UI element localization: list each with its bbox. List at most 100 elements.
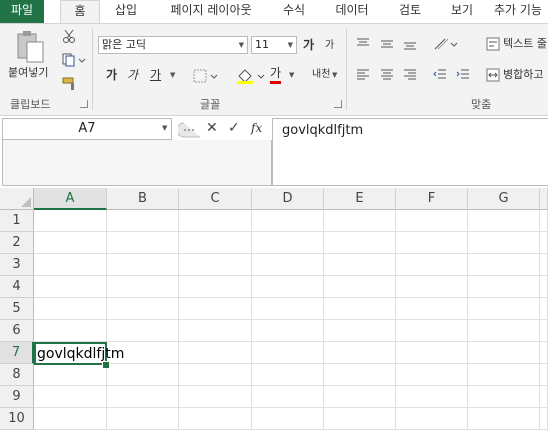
cell-c2[interactable]	[179, 232, 252, 254]
cell-b4[interactable]	[107, 276, 179, 298]
cell-h7[interactable]	[540, 342, 548, 364]
cell-g7[interactable]	[468, 342, 540, 364]
cell-c9[interactable]	[179, 386, 252, 408]
cell-d8[interactable]	[252, 364, 324, 386]
tab-page-layout[interactable]: 페이지 레이아웃	[158, 0, 264, 23]
font-size-select[interactable]: 11 ▼	[251, 36, 297, 54]
orientation-icon[interactable]	[433, 37, 459, 54]
italic-button[interactable]: 가	[127, 66, 138, 84]
cell-c7[interactable]	[179, 342, 252, 364]
cell-b6[interactable]	[107, 320, 179, 342]
formula-input[interactable]: govlqkdlfjtm	[272, 118, 548, 186]
insert-function-button[interactable]: fx	[251, 121, 262, 135]
align-center-icon[interactable]	[380, 69, 394, 84]
cell-g1[interactable]	[468, 210, 540, 232]
cell-f10[interactable]	[396, 408, 468, 430]
cell-g2[interactable]	[468, 232, 540, 254]
cell-e1[interactable]	[324, 210, 396, 232]
cell-f6[interactable]	[396, 320, 468, 342]
align-right-icon[interactable]	[403, 69, 417, 84]
cell-c4[interactable]	[179, 276, 252, 298]
cell-c5[interactable]	[179, 298, 252, 320]
column-header-b[interactable]: B	[107, 188, 179, 210]
chevron-down-icon[interactable]: ▼	[170, 66, 175, 84]
tab-view[interactable]: 보기	[442, 0, 482, 23]
cell-h5[interactable]	[540, 298, 548, 320]
fill-color-icon[interactable]	[236, 68, 266, 87]
row-header-2[interactable]: 2	[0, 232, 34, 254]
chevron-down-icon[interactable]: ▼	[289, 66, 294, 84]
align-middle-icon[interactable]	[380, 38, 394, 53]
column-header-a[interactable]: A	[34, 188, 107, 210]
column-header-d[interactable]: D	[252, 188, 324, 210]
cell-b5[interactable]	[107, 298, 179, 320]
cell-e9[interactable]	[324, 386, 396, 408]
grow-font-button[interactable]: 가	[303, 36, 314, 54]
cell-f5[interactable]	[396, 298, 468, 320]
phonetic-guide-button[interactable]: 내천	[312, 66, 330, 84]
cell-h3[interactable]	[540, 254, 548, 276]
cell-e3[interactable]	[324, 254, 396, 276]
cell-c6[interactable]	[179, 320, 252, 342]
cell-b10[interactable]	[107, 408, 179, 430]
cell-a4[interactable]	[34, 276, 107, 298]
name-box[interactable]: A7	[2, 118, 172, 140]
enter-icon[interactable]: ✓	[228, 120, 240, 136]
tab-file[interactable]: 파일	[0, 0, 44, 23]
wrap-text-icon[interactable]	[486, 37, 500, 54]
cell-e5[interactable]	[324, 298, 396, 320]
row-header-1[interactable]: 1	[0, 210, 34, 232]
cell-h1[interactable]	[540, 210, 548, 232]
row-header-9[interactable]: 9	[0, 386, 34, 408]
copy-icon[interactable]	[62, 53, 86, 70]
cell-a2[interactable]	[34, 232, 107, 254]
merge-center-icon[interactable]	[486, 68, 500, 85]
cell-d5[interactable]	[252, 298, 324, 320]
cell-d2[interactable]	[252, 232, 324, 254]
cell-f7[interactable]	[396, 342, 468, 364]
cell-d4[interactable]	[252, 276, 324, 298]
chevron-down-icon[interactable]: ▼	[332, 66, 337, 84]
cell-a3[interactable]	[34, 254, 107, 276]
formula-bar-expander-icon[interactable]	[178, 122, 204, 138]
cell-e4[interactable]	[324, 276, 396, 298]
cell-h6[interactable]	[540, 320, 548, 342]
cell-a5[interactable]	[34, 298, 107, 320]
cell-c3[interactable]	[179, 254, 252, 276]
cell-g10[interactable]	[468, 408, 540, 430]
decrease-indent-icon[interactable]	[433, 69, 447, 84]
font-launcher-icon[interactable]	[334, 100, 342, 108]
paste-label[interactable]: 붙여넣기	[8, 64, 48, 82]
cell-g8[interactable]	[468, 364, 540, 386]
format-painter-icon[interactable]	[62, 77, 78, 94]
column-header-c[interactable]: C	[179, 188, 252, 210]
row-header-10[interactable]: 10	[0, 408, 34, 430]
cell-b2[interactable]	[107, 232, 179, 254]
select-all-button[interactable]	[0, 188, 34, 210]
cell-g5[interactable]	[468, 298, 540, 320]
cell-h10[interactable]	[540, 408, 548, 430]
cell-c8[interactable]	[179, 364, 252, 386]
cell-e6[interactable]	[324, 320, 396, 342]
bold-button[interactable]: 가	[106, 66, 117, 84]
column-header-f[interactable]: F	[396, 188, 468, 210]
tab-formulas[interactable]: 수식	[272, 0, 316, 23]
cell-b3[interactable]	[107, 254, 179, 276]
cell-d10[interactable]	[252, 408, 324, 430]
cell-e2[interactable]	[324, 232, 396, 254]
cell-e10[interactable]	[324, 408, 396, 430]
align-bottom-icon[interactable]	[403, 38, 417, 53]
align-left-icon[interactable]	[356, 69, 370, 84]
cell-d6[interactable]	[252, 320, 324, 342]
shrink-font-button[interactable]: 가	[325, 37, 334, 55]
paste-button[interactable]	[14, 30, 46, 67]
chevron-down-icon[interactable]: ▼	[162, 124, 167, 132]
cell-h2[interactable]	[540, 232, 548, 254]
cell-g4[interactable]	[468, 276, 540, 298]
cancel-icon[interactable]: ✕	[206, 120, 218, 136]
increase-indent-icon[interactable]	[456, 69, 470, 84]
row-header-6[interactable]: 6	[0, 320, 34, 342]
merge-center-button[interactable]: 병합하고	[503, 66, 543, 84]
cell-b9[interactable]	[107, 386, 179, 408]
clipboard-launcher-icon[interactable]	[80, 100, 88, 108]
